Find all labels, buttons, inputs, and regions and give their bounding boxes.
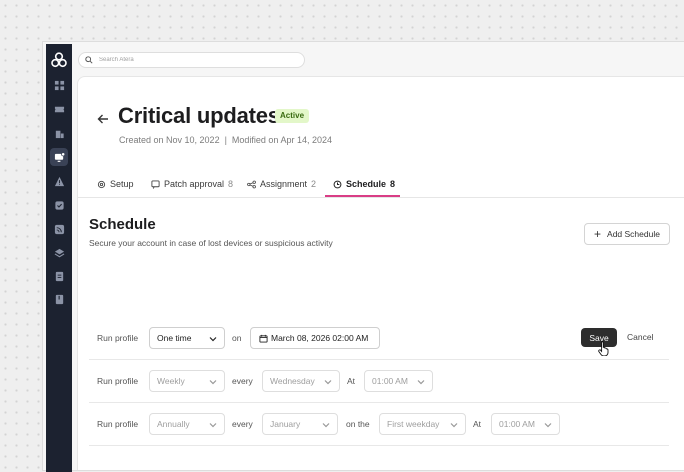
schedule-row: Run profile Annually every January on th… [89,402,669,446]
book-icon [55,294,63,304]
day-select[interactable]: Wednesday [262,370,340,392]
every-label: every [232,376,253,386]
tab-count: 8 [228,179,234,189]
date-time-picker[interactable]: March 08, 2026 02:00 AM [250,327,380,349]
sidebar-item-alerts[interactable] [52,174,66,188]
sidebar-item-layers[interactable] [52,246,66,260]
sidebar-item-reports[interactable] [52,222,66,236]
frequency-select[interactable]: Weekly [149,370,225,392]
frequency-value: One time [157,333,192,343]
hand-cursor-icon [598,341,609,356]
cancel-button[interactable]: Cancel [627,332,653,342]
search-input[interactable] [97,56,291,64]
chevron-down-icon [450,423,458,428]
chevron-down-icon [324,380,332,385]
frequency-select[interactable]: Annually [149,413,225,435]
tab-count: 2 [311,179,317,189]
rss-icon [54,224,64,234]
frequency-select[interactable]: One time [149,327,225,349]
settings-icon [97,180,106,188]
page-meta: Created on Nov 10, 2022 | Modified on Ap… [119,135,332,145]
plus-icon: + [594,227,602,241]
page-title: Critical updates [118,103,280,128]
main-content: Critical updates Active Created on Nov 1… [77,76,684,470]
tab-patch-approval[interactable]: Patch approval 8 [151,171,233,197]
sidebar [46,44,72,472]
assignment-icon [247,180,256,188]
patch-approval-icon [151,179,160,189]
chevron-down-icon [322,423,330,428]
alert-icon [54,176,64,186]
devices-icon [54,151,65,162]
add-schedule-button[interactable]: + Add Schedule [584,223,670,245]
layers-icon [54,248,64,257]
tab-label: Patch approval [164,179,225,189]
chevron-down-icon [209,380,217,385]
tab-label: Setup [110,179,134,189]
back-arrow-icon[interactable] [96,112,110,126]
run-profile-label: Run profile [97,419,139,429]
add-schedule-label: Add Schedule [607,229,660,239]
status-badge: Active [275,109,310,123]
calendar-icon [259,334,268,343]
schedule-row: Run profile Weekly every Wednesday At 01… [89,359,669,402]
at-label: At [347,376,356,386]
tab-label: Assignment [260,179,308,189]
time-value: 01:00 AM [372,376,408,386]
tab-schedule[interactable]: Schedule 8 [333,171,395,197]
tab-count: 8 [390,179,396,189]
sidebar-item-customers[interactable] [52,126,66,140]
tab-assignment[interactable]: Assignment 2 [247,171,316,197]
tab-bar: Setup Patch approval 8 Assignment 2 Sche… [78,171,684,198]
day-value: Wednesday [270,376,315,386]
building-icon [55,130,64,138]
at-label: At [473,419,482,429]
tab-label: Schedule [346,179,387,189]
date-value: March 08, 2026 02:00 AM [271,333,369,343]
month-select[interactable]: January [262,413,338,435]
chevron-down-icon [209,423,217,428]
ticket-icon [54,106,64,112]
search-bar[interactable] [78,52,305,68]
weekday-select[interactable]: First weekday [379,413,466,435]
on-the-label: on the [346,419,370,429]
schedule-row: Run profile One time on March 08, 2026 0… [89,317,669,359]
time-select[interactable]: 01:00 AM [491,413,560,435]
document-icon [55,271,63,281]
run-profile-label: Run profile [97,376,139,386]
app-window: Critical updates Active Created on Nov 1… [42,41,684,472]
section-title: Schedule [89,216,156,233]
schedule-icon [333,180,342,188]
frequency-value: Weekly [157,376,185,386]
month-value: January [270,419,301,429]
tab-setup[interactable]: Setup [97,171,134,197]
chevron-down-icon [209,337,217,342]
frequency-value: Annually [157,419,190,429]
sidebar-item-patch[interactable] [52,198,66,212]
search-icon [85,56,93,64]
check-shield-icon [54,200,64,210]
sidebar-item-dashboard[interactable] [52,78,66,92]
atera-logo[interactable] [51,52,67,68]
chevron-down-icon [544,423,552,428]
weekday-value: First weekday [387,419,440,429]
active-tab-indicator [325,195,400,197]
sidebar-item-tickets[interactable] [52,102,66,116]
section-subtitle: Secure your account in case of lost devi… [89,238,333,248]
dashboard-icon [54,80,64,90]
run-profile-label: Run profile [97,333,139,343]
every-label: every [232,419,253,429]
sidebar-item-devices[interactable] [50,148,68,166]
sidebar-item-documents[interactable] [52,269,66,283]
time-value: 01:00 AM [499,419,535,429]
chevron-down-icon [417,380,425,385]
top-bar [73,42,684,77]
sidebar-item-knowledge[interactable] [52,292,66,306]
on-label: on [232,333,242,343]
time-select[interactable]: 01:00 AM [364,370,433,392]
